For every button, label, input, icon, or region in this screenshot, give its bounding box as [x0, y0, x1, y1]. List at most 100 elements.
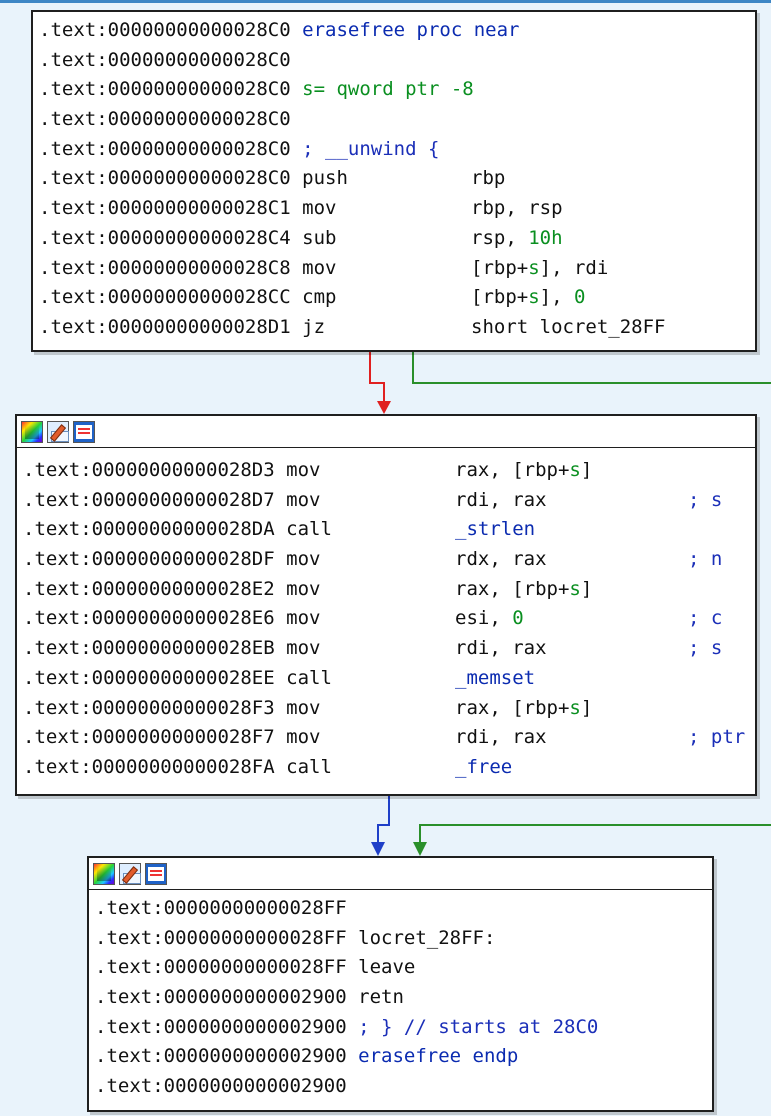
edge-false-arrowhead [377, 401, 391, 414]
block-toolbar [89, 858, 712, 890]
comment: ; c [688, 607, 723, 630]
code-line[interactable]: .text:00000000000028F7 mov rdi, rax ; ptr [23, 723, 755, 753]
code-line[interactable]: .text:00000000000028FF [95, 894, 712, 924]
code-line[interactable]: .text:00000000000028C4 sub rsp, 10h [39, 224, 755, 254]
mnemonic: mov [302, 197, 337, 220]
proc-name: erasefree proc near [302, 19, 520, 41]
code-line[interactable]: .text:0000000000002900 [95, 1072, 712, 1102]
code-line[interactable]: .text:00000000000028D3 mov rax, [rbp+s] [23, 456, 755, 486]
address: .text:0000000000002900 [95, 1015, 347, 1038]
proc-end: erasefree endp [358, 1045, 519, 1068]
address: .text:00000000000028E6 [23, 607, 275, 630]
code-line[interactable]: .text:00000000000028D7 mov rdi, rax ; s [23, 486, 755, 516]
code-line[interactable]: .text:00000000000028C0 push rbp [39, 164, 755, 194]
address: .text:00000000000028C0 [39, 137, 291, 160]
comment: ; s [688, 637, 723, 660]
operands: rax, [rbp+s] [455, 577, 593, 600]
code-block-entry[interactable]: .text:00000000000028C0 erasefree proc ne… [31, 10, 757, 352]
mnemonic: call [286, 666, 332, 689]
address: .text:0000000000002900 [95, 986, 347, 1009]
code-line[interactable]: .text:00000000000028C0 [39, 46, 755, 76]
code-line[interactable]: .text:00000000000028C8 mov [rbp+s], rdi [39, 254, 755, 284]
edit-pencil-icon[interactable] [119, 862, 141, 885]
edit-pencil-icon[interactable] [47, 420, 69, 443]
code-line[interactable]: .text:0000000000002900 erasefree endp [95, 1042, 712, 1072]
code-lines: .text:00000000000028FF .text:00000000000… [89, 890, 712, 1102]
code-line[interactable]: .text:00000000000028FF locret_28FF: [95, 924, 712, 954]
comment: ; __unwind { [302, 137, 440, 160]
address: .text:00000000000028D3 [23, 459, 275, 481]
graph-overview-icon[interactable] [145, 862, 167, 885]
mnemonic: cmp [302, 286, 337, 309]
mnemonic: mov [286, 726, 321, 749]
mnemonic: mov [286, 459, 321, 481]
address: .text:00000000000028EE [23, 666, 275, 689]
address: .text:00000000000028D7 [23, 488, 275, 511]
address: .text:00000000000028FF [95, 897, 347, 919]
address: .text:00000000000028C0 [39, 19, 291, 41]
mnemonic: jz [302, 315, 326, 338]
code-line[interactable]: .text:00000000000028E6 mov esi, 0 ; c [23, 604, 755, 634]
edge-true-branch-return [419, 824, 771, 846]
var-decl: s= qword ptr -8 [302, 78, 474, 101]
address: .text:00000000000028C0 [39, 48, 291, 71]
code-line[interactable]: .text:0000000000002900 ; } // starts at … [95, 1013, 712, 1043]
operands: [rbp+s], 0 [471, 286, 586, 309]
graph-overview-icon[interactable] [73, 420, 95, 443]
address: .text:00000000000028C4 [39, 226, 291, 249]
code-line[interactable]: .text:0000000000002900 retn [95, 983, 712, 1013]
code-line[interactable]: .text:00000000000028FF leave [95, 953, 712, 983]
code-line[interactable]: .text:00000000000028DF mov rdx, rax ; n [23, 545, 755, 575]
address: .text:00000000000028E2 [23, 577, 275, 600]
mnemonic: mov [286, 607, 321, 630]
edge-true-branch [412, 352, 771, 384]
edge-fallthrough [377, 796, 390, 846]
color-palette-icon[interactable] [21, 420, 43, 443]
code-line[interactable]: .text:00000000000028EB mov rdi, rax ; s [23, 634, 755, 664]
operands: [rbp+s], rdi [471, 256, 609, 279]
code-line[interactable]: .text:00000000000028D1 jz short locret_28… [39, 313, 755, 343]
operands: rdi, rax [455, 637, 547, 660]
mnemonic: push [302, 167, 348, 190]
code-line[interactable]: .text:00000000000028C1 mov rbp, rsp [39, 194, 755, 224]
operands: rdi, rax [455, 726, 547, 749]
code-block-exit[interactable]: .text:00000000000028FF .text:00000000000… [87, 856, 714, 1112]
code-line[interactable]: .text:00000000000028E2 mov rax, [rbp+s] [23, 575, 755, 605]
address: .text:00000000000028FA [23, 755, 275, 778]
operands: rax, [rbp+s] [455, 459, 593, 481]
code-line[interactable]: .text:00000000000028F3 mov rax, [rbp+s] [23, 694, 755, 724]
address: .text:0000000000002900 [95, 1075, 347, 1098]
mnemonic: call [286, 755, 332, 778]
mnemonic: mov [286, 577, 321, 600]
mnemonic: mov [286, 637, 321, 660]
address: .text:00000000000028CC [39, 286, 291, 309]
code-line[interactable]: .text:00000000000028DA call _strlen [23, 515, 755, 545]
mnemonic: mov [302, 256, 337, 279]
code-line[interactable]: .text:00000000000028CC cmp [rbp+s], 0 [39, 283, 755, 313]
code-line[interactable]: .text:00000000000028C0 s= qword ptr -8 [39, 75, 755, 105]
address: .text:00000000000028C0 [39, 108, 291, 131]
mnemonic: mov [286, 548, 321, 571]
code-line[interactable]: .text:00000000000028C0 ; __unwind { [39, 135, 755, 165]
edge-false-branch [369, 352, 385, 405]
operands: rbp [471, 167, 506, 190]
code-line[interactable]: .text:00000000000028C0 erasefree proc ne… [39, 16, 755, 46]
mnemonic: sub [302, 226, 337, 249]
mnemonic: leave [358, 956, 416, 979]
code-line[interactable]: .text:00000000000028FA call _free [23, 753, 755, 783]
code-line[interactable]: .text:00000000000028EE call _memset [23, 664, 755, 694]
mnemonic: call [286, 518, 332, 541]
mnemonic: retn [358, 986, 404, 1009]
code-block-body[interactable]: .text:00000000000028D3 mov rax, [rbp+s] .… [15, 414, 757, 796]
comment: ; ptr [688, 726, 746, 749]
code-line[interactable]: .text:00000000000028C0 [39, 105, 755, 135]
address: .text:00000000000028F7 [23, 726, 275, 749]
operands: rdi, rax [455, 488, 547, 511]
address: .text:00000000000028D1 [39, 315, 291, 338]
color-palette-icon[interactable] [93, 862, 115, 885]
operands: rbp, rsp [471, 197, 563, 220]
operands: _free [455, 755, 513, 778]
code-lines: .text:00000000000028D3 mov rax, [rbp+s] .… [17, 448, 755, 783]
edge-true-arrowhead [413, 842, 427, 856]
mnemonic: mov [286, 488, 321, 511]
